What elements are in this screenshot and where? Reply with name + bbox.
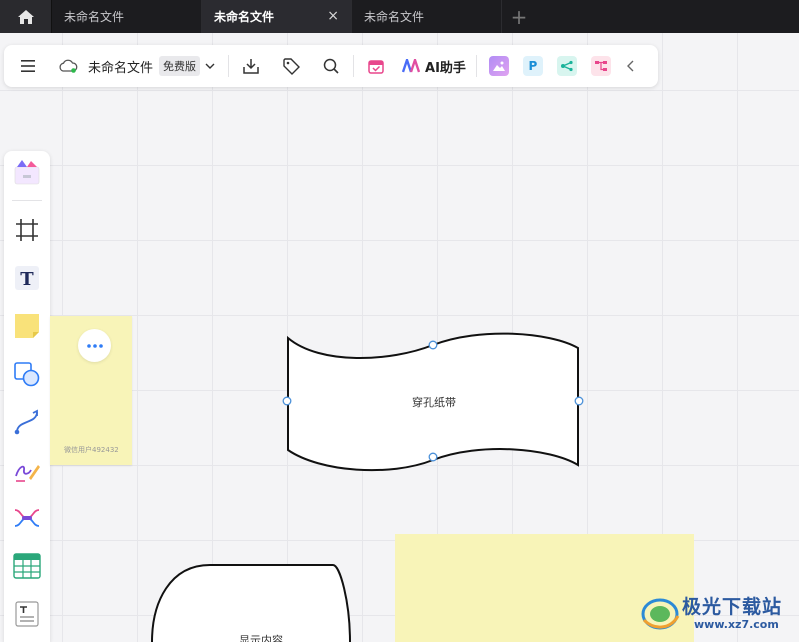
connector-tool[interactable]	[11, 406, 43, 438]
text-tool[interactable]: T	[11, 262, 43, 294]
selection-handle[interactable]	[574, 396, 584, 406]
watermark-logo-icon	[641, 598, 680, 630]
tab-label: 未命名文件	[214, 10, 275, 24]
ai-image-icon	[488, 56, 509, 76]
ai-image-app-button[interactable]	[487, 54, 511, 78]
search-icon	[323, 58, 339, 74]
sticky-note-author: 微信用户492432	[64, 446, 119, 454]
collapse-toolbar-button[interactable]	[619, 54, 643, 78]
sticky-note-icon	[15, 314, 39, 338]
ai-assistant-button[interactable]: AI助手	[402, 54, 466, 78]
menu-button[interactable]	[16, 54, 40, 78]
tag-icon	[283, 58, 301, 75]
display-shape[interactable]	[150, 562, 354, 642]
template-icon	[14, 160, 40, 185]
chevron-left-icon	[626, 60, 634, 72]
mindmap-tool[interactable]	[11, 502, 43, 534]
flowchart-icon	[590, 56, 611, 76]
shape-icon	[14, 362, 40, 387]
template-tool[interactable]	[11, 156, 43, 188]
tab-file-1[interactable]: 未命名文件	[52, 0, 202, 33]
text-tool-letter: T	[20, 269, 34, 290]
hamburger-icon	[21, 60, 35, 72]
ai-assistant-label: AI助手	[425, 60, 466, 76]
sticky-note-tool[interactable]	[11, 310, 43, 342]
calendar-button[interactable]	[364, 54, 388, 78]
home-button[interactable]	[0, 0, 52, 33]
pen-tool[interactable]	[11, 454, 43, 486]
tab-bar: 未命名文件 未命名文件 × 未命名文件 +	[0, 0, 799, 33]
plan-badge[interactable]: 免费版	[159, 56, 201, 76]
mindmap-icon	[556, 56, 577, 76]
top-toolbar: 未命名文件 免费版 AI助手 P	[4, 45, 658, 87]
connector-icon	[14, 409, 38, 435]
mindmap-tool-icon	[14, 509, 40, 527]
text-icon: T	[15, 266, 39, 290]
tab-label: 未命名文件	[364, 10, 425, 24]
frame-tool[interactable]	[11, 214, 43, 246]
tape-shape-label[interactable]: 穿孔纸带	[412, 394, 456, 410]
left-toolbar-divider	[12, 200, 42, 201]
chevron-down-icon[interactable]	[202, 54, 218, 78]
home-icon	[17, 9, 34, 24]
text-block-tool[interactable]	[11, 598, 43, 630]
text-block-icon	[15, 601, 39, 627]
pen-icon	[15, 465, 40, 482]
tab-file-2[interactable]: 未命名文件 ×	[202, 0, 352, 33]
watermark-title: 极光下载站	[682, 596, 783, 618]
left-toolbar: T	[4, 151, 50, 642]
p-app-icon: P	[522, 56, 543, 76]
selection-handle[interactable]	[428, 452, 438, 462]
search-button[interactable]	[319, 54, 343, 78]
frame-icon	[16, 219, 38, 241]
download-icon	[243, 59, 259, 74]
selection-handle[interactable]	[282, 396, 292, 406]
download-button[interactable]	[239, 54, 263, 78]
tab-close-icon[interactable]: ×	[327, 8, 339, 24]
table-icon	[13, 553, 41, 579]
tab-file-3[interactable]: 未命名文件	[352, 0, 502, 33]
selection-handle[interactable]	[428, 340, 438, 350]
toolbar-divider	[353, 55, 355, 77]
flowchart-app-button[interactable]	[589, 54, 613, 78]
table-tool[interactable]	[11, 550, 43, 582]
add-tab-button[interactable]: +	[504, 0, 534, 33]
tab-label: 未命名文件	[64, 10, 125, 24]
comment-icon	[86, 343, 103, 348]
plus-icon: +	[510, 4, 528, 29]
file-name[interactable]: 未命名文件	[88, 57, 153, 76]
display-shape-label[interactable]: 显示内容	[239, 632, 283, 642]
calendar-icon	[368, 60, 384, 74]
mindmap-app-button[interactable]	[555, 54, 579, 78]
watermark-url: www.xz7.com	[694, 618, 779, 631]
cloud-sync-icon[interactable]	[56, 54, 80, 78]
tag-button[interactable]	[279, 54, 303, 78]
toolbar-divider	[475, 55, 477, 77]
shape-tool[interactable]	[11, 358, 43, 390]
p-app-button[interactable]: P	[521, 54, 545, 78]
watermark: 极光下载站 www.xz7.com	[640, 588, 795, 638]
comment-button[interactable]	[78, 329, 111, 362]
toolbar-divider	[228, 55, 230, 77]
ai-logo-icon	[402, 59, 421, 73]
